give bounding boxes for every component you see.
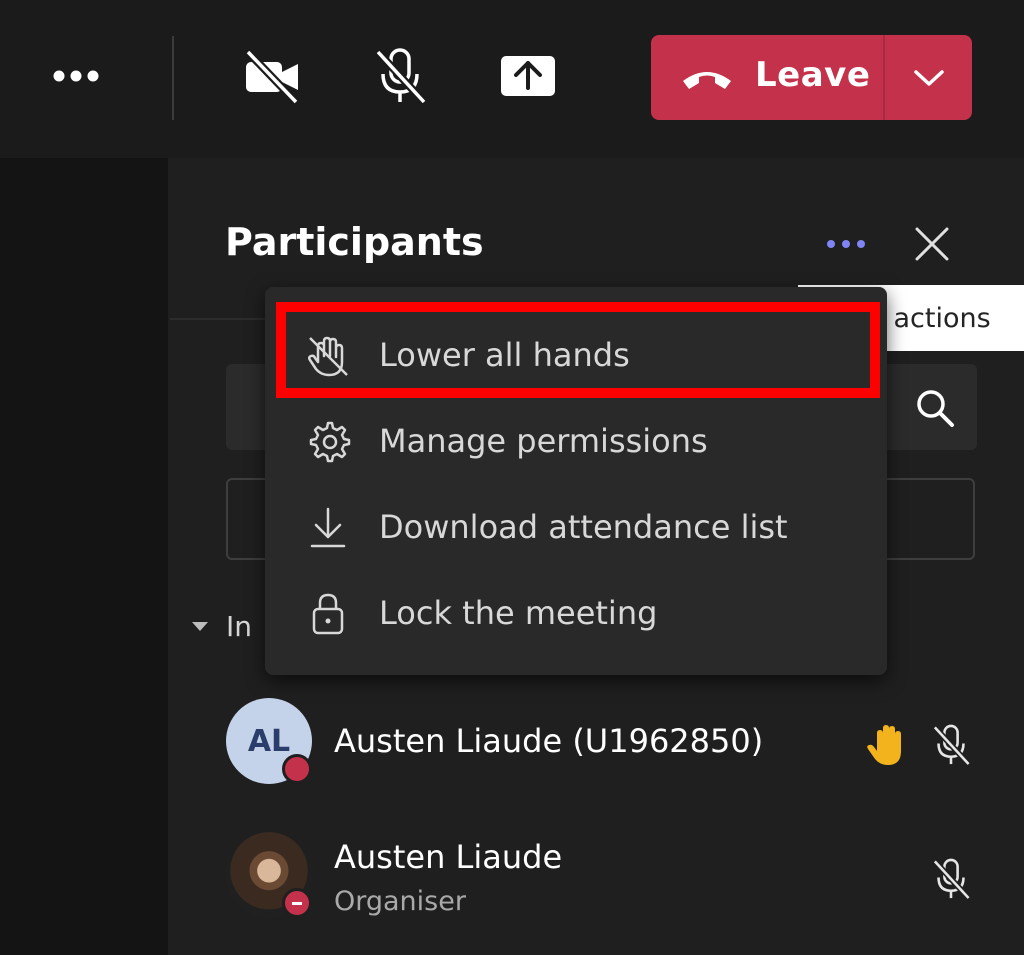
ellipsis-icon: [53, 70, 99, 82]
participant-role: Organiser: [334, 886, 466, 917]
gear-icon: [309, 421, 351, 463]
participant-name: Austen Liaude (U1962850): [334, 722, 764, 760]
mic-off-icon: [375, 48, 427, 105]
mic-toggle-button[interactable]: [364, 40, 436, 112]
mic-off-icon: [926, 720, 976, 770]
status-badge: [282, 754, 312, 784]
hand-off-icon: [307, 336, 348, 377]
leave-button-group: Leave: [651, 35, 972, 120]
raised-hand-icon: [862, 720, 912, 770]
camera-off-icon: [245, 49, 299, 104]
status-badge: [282, 888, 312, 918]
hang-up-icon: [683, 72, 731, 89]
menu-item-lock-meeting[interactable]: Lock the meeting: [265, 570, 887, 656]
toolbar-divider: [172, 36, 174, 120]
more-actions-button[interactable]: [818, 224, 874, 264]
menu-item-manage-permissions[interactable]: Manage permissions: [265, 398, 887, 484]
camera-toggle-button[interactable]: [236, 40, 308, 112]
leave-options-button[interactable]: [885, 35, 972, 120]
menu-item-label: Lock the meeting: [379, 594, 658, 632]
share-screen-icon: [501, 56, 555, 96]
close-icon: [915, 227, 949, 261]
search-icon: [917, 390, 954, 427]
lock-icon: [312, 593, 344, 635]
section-label: In: [226, 609, 253, 643]
more-actions-menu: Lower all hands Manage permissions Downl…: [265, 287, 887, 675]
ellipsis-icon: [827, 240, 865, 248]
more-options-button[interactable]: [40, 40, 112, 112]
leave-label: Leave: [755, 55, 871, 95]
chevron-down-icon: [913, 69, 944, 86]
avatar-initials: AL: [247, 723, 291, 759]
mic-off-icon: [926, 854, 976, 904]
menu-item-label: Lower all hands: [379, 336, 630, 374]
search-button[interactable]: [915, 388, 955, 428]
video-stage: [0, 158, 168, 955]
menu-item-label: Download attendance list: [379, 508, 788, 546]
close-panel-button[interactable]: [908, 220, 956, 268]
share-screen-button[interactable]: [492, 40, 564, 112]
participant-row[interactable]: Austen Liaude Organiser: [226, 832, 986, 928]
menu-item-label: Manage permissions: [379, 422, 708, 460]
caret-down-icon: [192, 621, 208, 631]
in-meeting-section-header[interactable]: In: [192, 606, 252, 646]
participant-row[interactable]: AL Austen Liaude (U1962850): [226, 698, 986, 794]
panel-title: Participants: [225, 220, 484, 264]
participant-name: Austen Liaude: [334, 838, 563, 876]
leave-button[interactable]: Leave: [651, 35, 883, 120]
download-icon: [310, 507, 346, 548]
menu-item-lower-all-hands[interactable]: Lower all hands: [265, 312, 887, 398]
menu-item-download-attendance[interactable]: Download attendance list: [265, 484, 887, 570]
meeting-toolbar: Leave: [0, 0, 1024, 158]
